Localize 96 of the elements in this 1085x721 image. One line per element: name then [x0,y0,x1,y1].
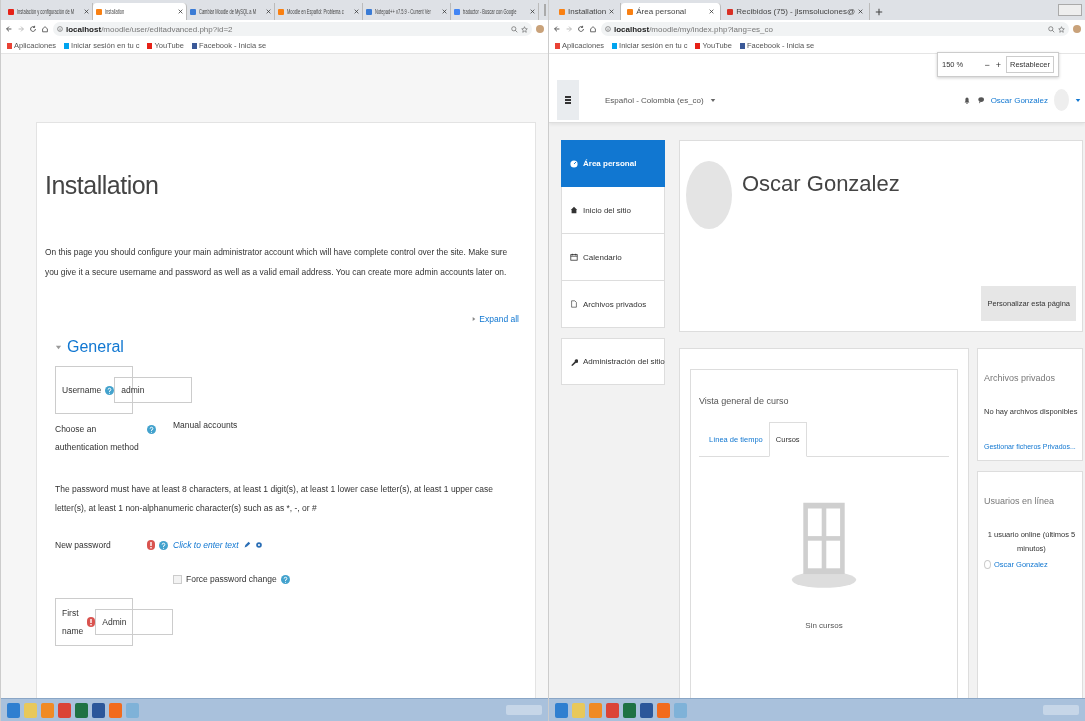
calendar-icon [570,253,578,261]
user-menu-link[interactable]: Oscar Gonzalez [990,95,1048,105]
section-header[interactable]: General [55,338,519,356]
menu-button[interactable] [557,80,579,120]
file-icon [570,300,578,308]
taskbar-app-icon[interactable] [623,702,636,718]
favicon-icon [96,8,102,15]
field-label: Choose an authentication method [55,424,139,452]
favicon-icon [190,8,196,15]
favicon-icon [454,8,460,15]
profile-icon[interactable] [1073,25,1081,33]
zoom-icon[interactable] [1048,25,1055,33]
password-rules-text: The password must have at least 8 characters, at least 1 digit(s), at least 1 lower case letter(s), at least 1 upper case letter(s), at least 1 non-alphanumeric character(s) such as as *, -, or # [55,483,494,515]
close-icon[interactable] [442,9,447,14]
close-icon[interactable] [178,9,183,14]
star-icon[interactable] [521,25,528,33]
close-icon[interactable] [609,9,615,14]
checkbox[interactable] [173,574,182,584]
pencil-icon[interactable] [242,541,251,549]
dropdown-icon[interactable] [1075,97,1081,103]
sidebar-item[interactable]: Inicio del sitio [561,187,665,234]
taskbar-app-icon[interactable] [606,702,619,718]
expand-all-link[interactable]: Expand all [479,314,519,324]
eye-icon[interactable] [254,541,263,549]
page-title: Installation [45,171,160,200]
new-tab-icon[interactable] [875,8,884,16]
info-icon [57,26,63,32]
favicon-icon [366,8,372,15]
sidebar-item[interactable]: Archivos privados [561,281,665,328]
close-icon[interactable] [84,9,89,14]
window-controls-icon[interactable] [1058,4,1082,16]
reload-icon[interactable] [29,25,37,33]
dashboard-icon [570,159,578,168]
close-icon[interactable] [530,9,535,14]
taskbar-app-icon[interactable] [75,702,88,718]
help-icon[interactable] [105,385,115,395]
block-title: Usuarios en línea [984,496,1056,506]
chat-icon[interactable] [976,95,985,105]
favicon-icon [278,8,284,15]
block-title: Archivos privados [984,373,1057,383]
home-icon [570,206,578,214]
zoom-in-button[interactable]: + [994,59,1002,70]
password-edit-link[interactable]: Click to enter text [173,540,239,550]
zoom-icon[interactable] [511,25,518,33]
home-icon[interactable] [589,25,597,33]
sidebar-item[interactable]: Administración del sitio [561,338,665,385]
field-label: Username [62,385,102,395]
taskbar-app-icon[interactable] [7,702,20,718]
sidebar-item[interactable]: Calendario [561,234,665,281]
star-icon[interactable] [1058,25,1065,33]
close-icon[interactable] [709,9,715,14]
text-field[interactable]: Admin [95,609,174,635]
favicon-icon [627,8,634,15]
panel-title: Vista general de curso [699,396,790,406]
forward-icon[interactable] [565,25,573,33]
intro-text: On this page you should configure your main administrator account which will have complete control over the site. Make sure you give it a secure username and password as well as a valid email address. You can create more admin accounts later on. [45,246,509,279]
info-icon [605,26,611,32]
taskbar-app-icon[interactable] [555,702,568,718]
close-icon[interactable] [858,9,864,14]
taskbar-app-icon[interactable] [92,702,105,718]
profile-icon[interactable] [536,25,544,33]
taskbar-app-icon[interactable] [640,702,653,718]
address-bar[interactable]: localhost/moodle/user/editadvanced.php?id=2 [53,22,532,36]
caret-icon [472,316,477,322]
sidebar-item[interactable]: Área personal [561,140,665,187]
close-icon[interactable] [354,9,359,14]
browser-tab[interactable]: Área personal [621,3,722,20]
favicon-icon [727,8,734,15]
text-field[interactable]: admin [114,377,193,403]
home-icon[interactable] [41,25,49,33]
favicon-icon [8,8,14,15]
dropdown-icon[interactable] [709,97,716,103]
taskbar-app-icon[interactable] [657,702,670,718]
field-value: Manual accounts [173,420,238,430]
address-bar[interactable]: localhost/moodle/my/index.php?lang=es_co [601,22,1069,36]
back-icon[interactable] [553,25,561,33]
taskbar-app-icon[interactable] [58,702,71,718]
wrench-icon [570,357,578,366]
close-icon[interactable] [266,9,271,14]
checkbox-label: Force password change [186,574,277,584]
zoom-out-button[interactable]: − [983,59,991,70]
profile-name: Oscar Gonzalez [742,171,900,197]
taskbar-app-icon[interactable] [109,702,122,718]
language-menu[interactable]: Español - Colombia (es_co) [605,95,704,105]
field-label: First name [62,608,84,636]
help-icon[interactable] [147,424,156,434]
reload-icon[interactable] [577,25,585,33]
favicon-icon [559,8,565,15]
back-icon[interactable] [5,25,13,33]
forward-icon[interactable] [17,25,25,33]
field-label: New password [55,540,111,550]
empty-message: Sin cursos [805,621,843,630]
browser-tab[interactable]: Installation [93,3,187,20]
bell-icon[interactable] [962,95,971,105]
help-icon[interactable] [159,540,168,550]
help-icon[interactable] [280,574,290,584]
